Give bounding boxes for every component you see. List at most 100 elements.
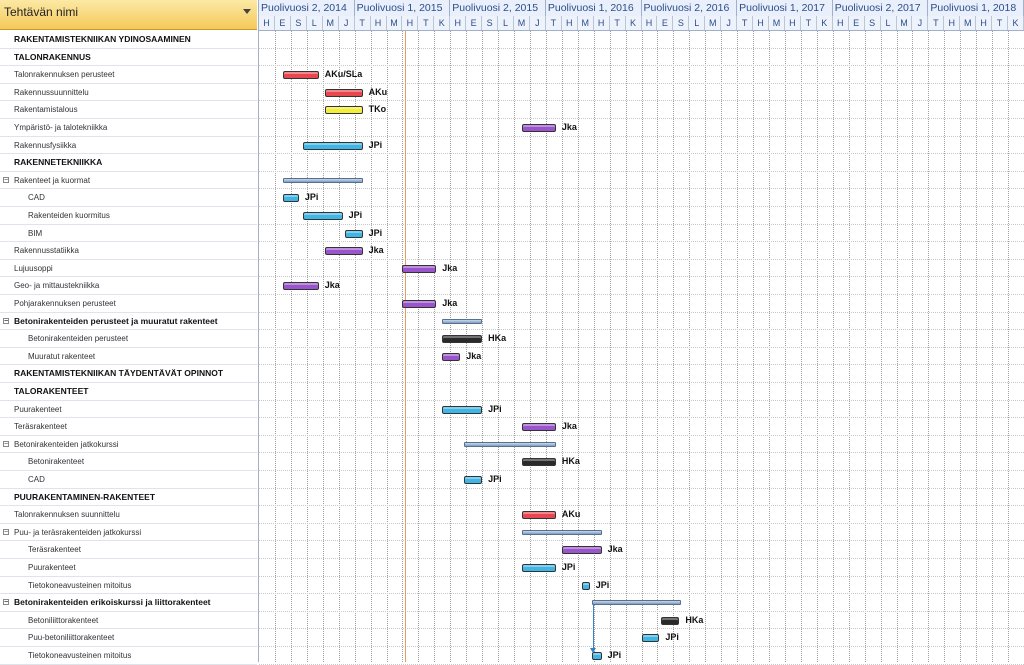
task-name: PUURAKENTAMINEN-RAKENTEET xyxy=(14,491,156,502)
task-bar[interactable] xyxy=(324,88,363,97)
task-row[interactable]: CAD xyxy=(0,189,257,207)
task-bar[interactable] xyxy=(324,106,363,115)
task-bar[interactable] xyxy=(521,458,556,467)
task-bar[interactable] xyxy=(591,652,602,660)
dependency-link xyxy=(592,604,594,649)
task-bar[interactable] xyxy=(402,264,437,273)
task-bar[interactable] xyxy=(282,71,319,80)
semester-header: Puolivuosi 1, 2017 xyxy=(737,0,833,16)
task-row[interactable]: TALONRAKENNUS xyxy=(0,49,257,67)
resource-label: TKo xyxy=(368,104,387,115)
task-row[interactable]: − Puu- ja teräsrakenteiden jatkokurssi xyxy=(0,524,257,542)
task-row[interactable]: − Betonirakenteiden erikoiskurssi ja liit… xyxy=(0,594,257,612)
task-bar[interactable] xyxy=(521,564,556,572)
task-bar[interactable] xyxy=(324,247,363,256)
collapse-icon[interactable]: − xyxy=(3,176,9,184)
resource-label: JPi xyxy=(304,192,319,203)
task-row[interactable]: TALORAKENTEET xyxy=(0,383,257,401)
task-row[interactable]: Talonrakennuksen perusteet xyxy=(0,66,257,84)
task-row[interactable]: RAKENTAMISTEKNIIKAN TÄYDENTÄVÄT OPINNOT xyxy=(0,365,257,383)
task-bar[interactable] xyxy=(521,511,556,520)
task-row[interactable]: Lujuusoppi xyxy=(0,260,257,278)
task-name: Puu-betoniliittorakenteet xyxy=(28,633,115,643)
summary-bar[interactable] xyxy=(521,529,602,535)
task-row[interactable]: Rakenteiden kuormitus xyxy=(0,207,257,225)
month-header: H xyxy=(944,16,961,30)
task-bar[interactable] xyxy=(464,476,483,484)
task-bar[interactable] xyxy=(302,141,363,150)
collapse-icon[interactable]: − xyxy=(3,440,9,448)
month-header: M xyxy=(577,16,594,30)
task-row[interactable]: RAKENTAMISTEKNIIKAN YDINOSAAMINEN xyxy=(0,31,257,49)
task-row[interactable]: Betoniliittorakenteet xyxy=(0,612,257,630)
resource-label: JPi xyxy=(348,210,363,220)
task-row[interactable]: Pohjarakennuksen perusteet xyxy=(0,295,257,313)
month-header: L xyxy=(689,16,706,30)
month-header: H xyxy=(561,16,578,30)
task-row[interactable]: Talonrakennuksen suunnittelu xyxy=(0,506,257,524)
task-row[interactable]: RAKENNETEKNIIKKA xyxy=(0,154,257,172)
task-row[interactable]: Rakennusstatiikka xyxy=(0,242,257,260)
task-row[interactable]: Geo- ja mittaustekniikka xyxy=(0,277,257,295)
collapse-icon[interactable]: − xyxy=(3,317,9,325)
task-row[interactable]: Ympäristö- ja talotekniikka xyxy=(0,119,257,137)
task-row[interactable]: BIM xyxy=(0,225,257,243)
task-bar[interactable] xyxy=(581,581,590,590)
resource-label: AKu xyxy=(561,509,581,520)
task-bar[interactable] xyxy=(344,229,363,238)
task-bar[interactable] xyxy=(442,352,461,361)
task-bar[interactable] xyxy=(641,634,660,643)
task-bar[interactable] xyxy=(521,124,556,132)
task-row[interactable]: PUURAKENTAMINEN-RAKENTEET xyxy=(0,489,257,507)
task-name: Lujuusoppi xyxy=(14,263,53,273)
task-row[interactable]: Rakennussuunnittelu xyxy=(0,84,257,102)
summary-bar[interactable] xyxy=(464,441,556,447)
task-row[interactable]: Puurakenteet xyxy=(0,559,257,577)
task-bar[interactable] xyxy=(282,282,319,291)
task-row[interactable]: Teräsrakenteet xyxy=(0,541,257,559)
collapse-icon[interactable]: − xyxy=(3,599,9,606)
task-row[interactable]: Betonirakenteiden perusteet xyxy=(0,330,257,348)
task-bar[interactable] xyxy=(442,405,483,414)
task-row[interactable]: Teräsrakenteet xyxy=(0,418,257,436)
task-row[interactable]: − Rakenteet ja kuormat xyxy=(0,172,257,190)
task-row[interactable]: Betonirakenteet xyxy=(0,453,257,471)
task-row[interactable]: Puurakenteet xyxy=(0,401,257,419)
collapse-icon[interactable]: − xyxy=(3,528,9,536)
month-header: S xyxy=(482,16,499,30)
resource-label: Jka xyxy=(324,280,340,291)
task-bar[interactable] xyxy=(302,212,343,220)
task-name: Rakenteet ja kuormat xyxy=(14,175,91,185)
task-name-column-header[interactable]: Tehtävän nimi xyxy=(0,0,257,30)
task-row[interactable]: Tietokoneavusteinen mitoitus xyxy=(0,577,257,595)
task-row[interactable]: − Betonirakenteiden perusteet ja muuratut… xyxy=(0,313,257,331)
month-header: M xyxy=(960,16,977,30)
task-bar[interactable] xyxy=(521,423,556,432)
resource-label: HKa xyxy=(488,333,507,344)
summary-bar[interactable] xyxy=(282,177,363,183)
resource-label: Jka xyxy=(561,122,577,132)
task-row[interactable]: Rakentamistalous xyxy=(0,101,257,119)
summary-bar[interactable] xyxy=(591,600,682,606)
month-header: E xyxy=(466,16,483,30)
task-name: Talonrakennuksen perusteet xyxy=(14,70,115,80)
month-header: M xyxy=(705,16,722,30)
task-row[interactable]: CAD xyxy=(0,471,257,489)
task-row[interactable]: − Betonirakenteiden jatkokurssi xyxy=(0,436,257,454)
task-row[interactable]: Muuratut rakenteet xyxy=(0,348,257,366)
task-name: Betonirakenteiden erikoiskurssi ja liitt… xyxy=(14,597,211,608)
task-bar[interactable] xyxy=(561,546,602,555)
task-name: Ympäristö- ja talotekniikka xyxy=(14,123,108,132)
chevron-down-icon[interactable] xyxy=(243,9,251,14)
task-bar[interactable] xyxy=(661,616,680,625)
month-header: S xyxy=(673,16,690,30)
summary-bar[interactable] xyxy=(442,318,483,324)
resource-label: JPi xyxy=(607,650,622,660)
task-bar[interactable] xyxy=(402,300,437,308)
task-row[interactable]: Rakennusfysiikka xyxy=(0,137,257,155)
task-bar[interactable] xyxy=(282,194,299,203)
resource-label: JPi xyxy=(665,632,679,643)
task-bar[interactable] xyxy=(442,335,483,344)
task-row[interactable]: Puu-betoniliittorakenteet xyxy=(0,629,257,647)
month-header: H xyxy=(641,16,658,30)
